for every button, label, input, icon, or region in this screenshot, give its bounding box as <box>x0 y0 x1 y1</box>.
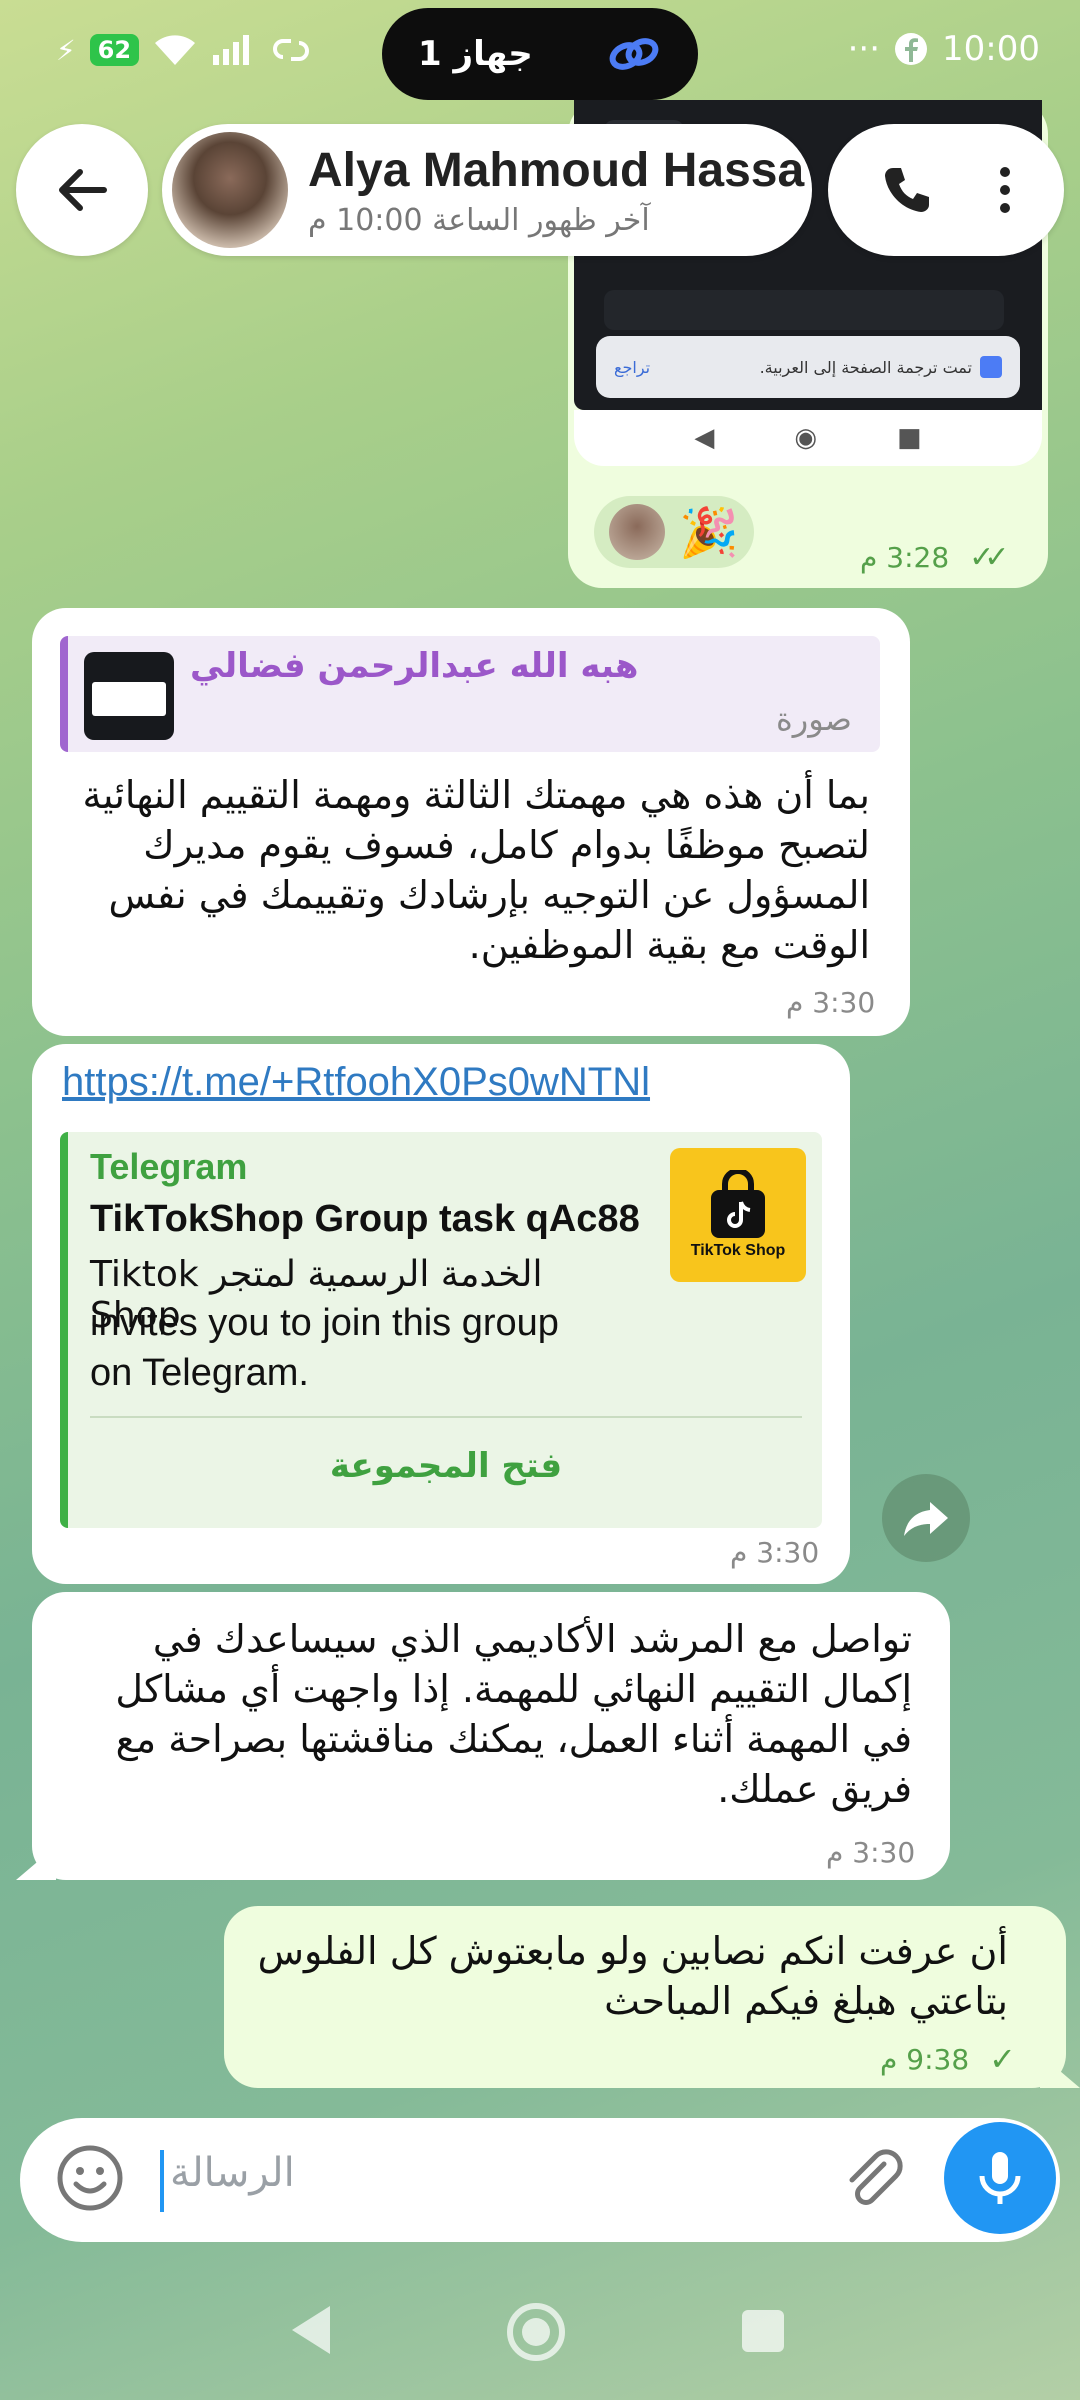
battery-indicator: 62 <box>89 34 140 66</box>
status-bar-right: ··· 10:00 <box>848 24 1040 74</box>
image-message-meta: 3:28 م ✓✓ <box>860 540 1010 575</box>
more-vertical-icon <box>1000 167 1010 213</box>
device-pill-text: 1 جهاز <box>418 34 533 74</box>
translate-text: تمت ترجمة الصفحة إلى العربية. <box>759 357 972 377</box>
message-time: 3:30 م <box>730 1536 820 1569</box>
back-arrow-icon <box>59 169 107 211</box>
nav-back-icon <box>292 2306 330 2354</box>
translate-bar: تراجع تمت ترجمة الصفحة إلى العربية. <box>596 336 1020 398</box>
status-bar-left: ⚡ 62 <box>56 28 313 72</box>
quote-thumbnail <box>84 652 174 740</box>
microphone-icon <box>979 2152 1021 2204</box>
screenshot-nav-bar: ◀ ◉ ■ <box>574 410 1042 466</box>
call-button[interactable] <box>879 162 935 218</box>
nav-home-icon: ◉ <box>794 423 818 453</box>
party-popper-icon: 🎉 <box>679 504 739 561</box>
tiktok-shop-logo: TikTok Shop <box>670 1148 806 1282</box>
translate-undo: تراجع <box>614 357 651 377</box>
preview-title: TikTokShop Group task qAc88 <box>90 1198 640 1240</box>
preview-description-line3: on Telegram. <box>90 1352 309 1394</box>
quote-author: هبه الله عبدالرحمن فضالي <box>190 646 639 686</box>
reaction-avatar <box>609 504 666 560</box>
wifi-icon <box>155 35 196 65</box>
nav-recents-icon <box>742 2310 784 2352</box>
message-time: 3:30 م <box>786 986 876 1019</box>
message-time: 3:28 م <box>860 541 950 574</box>
chat-header[interactable]: Alya Mahmoud Hassa آخر ظهور الساعة 10:00… <box>162 124 812 256</box>
outgoing-message-text: أن عرفت انكم نصابين ولو مابعتوش كل الفلو… <box>257 1929 1008 2023</box>
logo-text: TikTok Shop <box>690 1242 786 1259</box>
preview-description-line2: invites you to join this group <box>90 1302 559 1344</box>
device-pill[interactable]: 1 جهاز <box>382 8 698 100</box>
header-actions <box>828 124 1064 256</box>
preview-divider <box>90 1416 802 1418</box>
last-seen-status: آخر ظهور الساعة 10:00 م <box>308 202 650 238</box>
paperclip-icon <box>849 2149 903 2205</box>
phone-icon <box>885 168 929 212</box>
forward-icon <box>904 1502 948 1536</box>
double-check-icon: ✓✓ <box>969 540 1009 575</box>
system-recents-button[interactable] <box>740 2308 786 2358</box>
link-status-icon <box>273 39 309 61</box>
nav-back-icon: ◀ <box>694 423 715 453</box>
charging-icon: ⚡ <box>56 33 76 67</box>
signal-icon <box>213 35 250 65</box>
emoji-button[interactable] <box>56 2144 124 2216</box>
preview-site: Telegram <box>90 1146 248 1187</box>
forward-button[interactable] <box>882 1474 970 1562</box>
outgoing-message-meta: 9:38 م ✓ <box>880 2040 1016 2078</box>
nav-recents-icon: ■ <box>897 423 922 453</box>
message-input[interactable]: الرسالة <box>170 2150 295 2196</box>
check-icon: ✓ <box>989 2040 1016 2078</box>
open-group-button[interactable]: فتح المجموعة <box>90 1446 802 1486</box>
text-cursor <box>160 2150 164 2212</box>
system-home-button[interactable] <box>504 2300 568 2368</box>
contact-name: Alya Mahmoud Hassa <box>308 143 805 197</box>
system-back-button[interactable] <box>286 2302 336 2362</box>
more-button[interactable] <box>997 162 1013 218</box>
message-time: 3:30 م <box>826 1836 916 1869</box>
emoji-icon <box>57 2145 123 2211</box>
contact-avatar[interactable] <box>172 132 288 248</box>
clock: 10:00 <box>942 29 1040 69</box>
more-notifications-icon: ··· <box>847 29 881 69</box>
link-icon <box>609 38 659 70</box>
message-time: 9:38 م <box>880 2042 970 2076</box>
quote-type: صورة <box>776 700 852 738</box>
voice-record-button[interactable] <box>944 2122 1056 2234</box>
reactions[interactable]: 🎉 <box>594 496 754 568</box>
facebook-icon <box>895 33 928 65</box>
google-translate-icon <box>980 356 1002 378</box>
reply-message-text: بما أن هذه هي مهمتك الثالثة ومهمة التقيي… <box>82 773 870 967</box>
back-button[interactable] <box>16 124 148 256</box>
attach-button[interactable] <box>838 2144 908 2218</box>
advisor-message-text: تواصل مع المرشد الأكاديمي الذي سيساعدك ف… <box>115 1617 912 1811</box>
shopping-bag-icon <box>711 1170 765 1238</box>
nav-home-icon <box>507 2303 565 2361</box>
group-invite-link[interactable]: https://t.me/+RtfoohX0Ps0wNTNl <box>62 1060 650 1105</box>
